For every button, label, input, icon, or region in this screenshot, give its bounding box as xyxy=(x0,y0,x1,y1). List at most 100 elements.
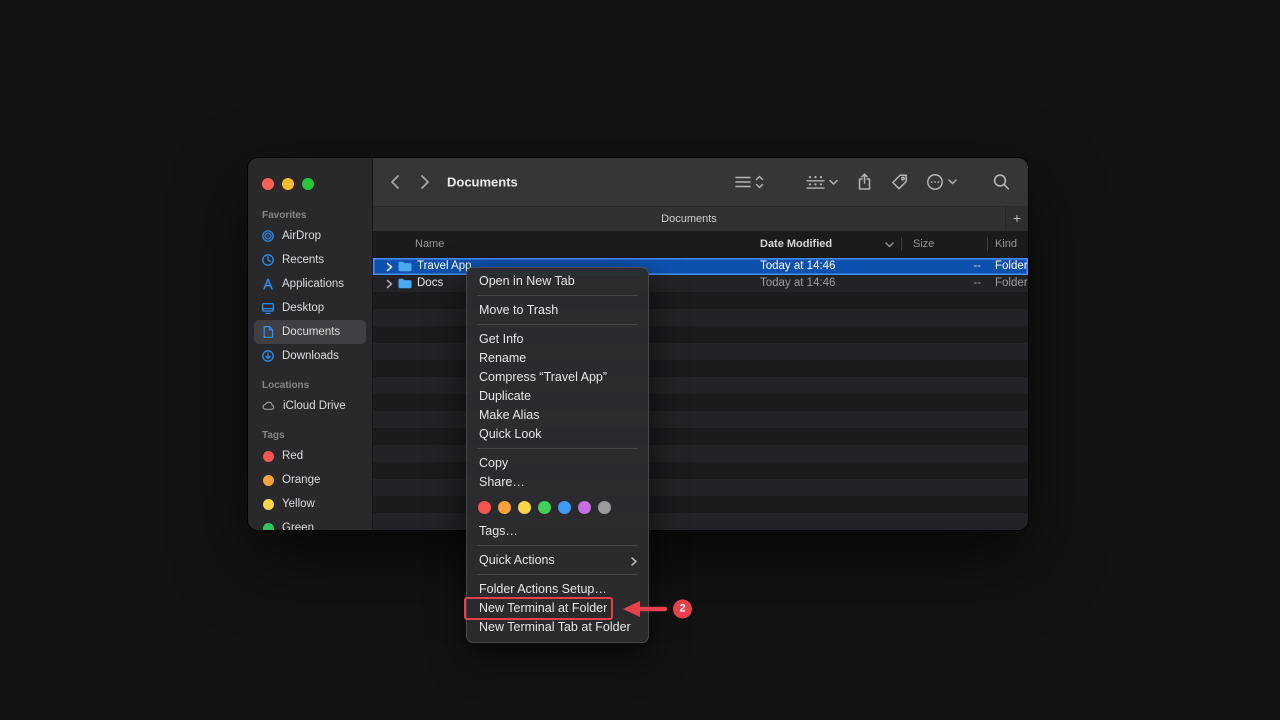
context-menu: Open in New Tab Move to Trash Get Info R… xyxy=(466,267,649,643)
tag-color-purple[interactable] xyxy=(578,501,591,514)
sidebar-item-tag-orange[interactable]: Orange xyxy=(254,468,366,492)
tag-icon xyxy=(891,174,908,191)
tag-button[interactable] xyxy=(891,174,908,191)
new-tab-button[interactable]: + xyxy=(1006,207,1028,231)
menu-separator xyxy=(477,545,638,546)
menu-item-make-alias[interactable]: Make Alias xyxy=(467,406,648,425)
tag-color-orange[interactable] xyxy=(498,501,511,514)
up-down-chevrons-icon xyxy=(755,175,764,189)
sidebar-item-icloud-drive[interactable]: iCloud Drive xyxy=(254,394,366,418)
search-button[interactable] xyxy=(993,174,1010,191)
clock-icon xyxy=(261,253,275,267)
folder-icon xyxy=(398,261,412,272)
file-size: -- xyxy=(951,258,981,275)
menu-item-quick-actions[interactable]: Quick Actions xyxy=(467,551,648,570)
minimize-window-button[interactable] xyxy=(282,178,294,190)
column-divider[interactable] xyxy=(901,237,902,251)
column-header-size[interactable]: Size xyxy=(913,231,934,257)
menu-item-compress[interactable]: Compress “Travel App” xyxy=(467,368,648,387)
file-date: Today at 14:46 xyxy=(760,275,835,292)
forward-button[interactable] xyxy=(420,174,430,190)
group-button[interactable] xyxy=(806,175,838,190)
chevron-left-icon xyxy=(390,174,400,190)
menu-item-rename[interactable]: Rename xyxy=(467,349,648,368)
menu-item-move-to-trash[interactable]: Move to Trash xyxy=(467,301,648,320)
folder-icon xyxy=(398,278,412,289)
airdrop-icon xyxy=(261,229,275,243)
sidebar-item-applications[interactable]: Applications xyxy=(254,272,366,296)
share-button[interactable] xyxy=(857,173,872,191)
sidebar-item-recents[interactable]: Recents xyxy=(254,248,366,272)
menu-item-new-terminal-tab-at-folder[interactable]: New Terminal Tab at Folder xyxy=(467,618,648,637)
menu-item-new-terminal-at-folder[interactable]: New Terminal at Folder 2 xyxy=(467,599,648,618)
desktop-icon xyxy=(261,301,275,315)
menu-item-open-in-new-tab[interactable]: Open in New Tab xyxy=(467,272,648,291)
more-actions-button[interactable] xyxy=(926,173,957,191)
menu-item-share[interactable]: Share… xyxy=(467,473,648,492)
menu-separator xyxy=(477,448,638,449)
sidebar-item-desktop[interactable]: Desktop xyxy=(254,296,366,320)
close-window-button[interactable] xyxy=(262,178,274,190)
list-view-icon xyxy=(735,176,751,188)
menu-item-tags[interactable]: Tags… xyxy=(467,522,648,541)
column-headers: Name Date Modified Size Kind xyxy=(373,231,1028,258)
tag-color-yellow[interactable] xyxy=(518,501,531,514)
orange-tag-icon xyxy=(263,475,274,486)
sidebar-section-tags: Tags xyxy=(248,428,372,444)
sidebar-section-favorites: Favorites xyxy=(248,208,372,224)
column-header-name[interactable]: Name xyxy=(415,231,444,257)
page-title: Documents xyxy=(447,175,518,190)
back-button[interactable] xyxy=(390,174,400,190)
column-header-kind[interactable]: Kind xyxy=(995,231,1017,257)
red-tag-icon xyxy=(263,451,274,462)
zoom-window-button[interactable] xyxy=(302,178,314,190)
menu-item-get-info[interactable]: Get Info xyxy=(467,330,648,349)
tab-documents[interactable]: Documents xyxy=(373,207,1005,231)
view-options-button[interactable] xyxy=(735,175,764,189)
sidebar-item-documents[interactable]: Documents xyxy=(254,320,366,344)
tag-color-gray[interactable] xyxy=(598,501,611,514)
submenu-chevron-icon xyxy=(631,557,637,566)
chevron-right-icon xyxy=(420,174,430,190)
cloud-icon xyxy=(261,399,276,413)
sidebar-item-tag-green[interactable]: Green xyxy=(254,516,366,530)
document-icon xyxy=(261,325,275,339)
menu-item-quick-look[interactable]: Quick Look xyxy=(467,425,648,444)
menu-separator xyxy=(477,295,638,296)
toolbar: Documents xyxy=(373,158,1028,206)
menu-item-copy[interactable]: Copy xyxy=(467,454,648,473)
file-name: Travel App xyxy=(417,258,472,275)
sidebar-section-locations: Locations xyxy=(248,378,372,394)
column-header-date-modified[interactable]: Date Modified xyxy=(760,231,832,257)
yellow-tag-icon xyxy=(263,499,274,510)
tag-color-red[interactable] xyxy=(478,501,491,514)
sidebar-item-tag-yellow[interactable]: Yellow xyxy=(254,492,366,516)
menu-separator xyxy=(477,574,638,575)
chevron-down-icon xyxy=(948,179,957,185)
file-kind: Folder xyxy=(995,258,1028,275)
sidebar-item-tag-red[interactable]: Red xyxy=(254,444,366,468)
column-divider[interactable] xyxy=(987,237,988,251)
file-kind: Folder xyxy=(995,275,1028,292)
menu-item-duplicate[interactable]: Duplicate xyxy=(467,387,648,406)
window-controls xyxy=(262,178,314,190)
share-icon xyxy=(857,173,872,191)
search-icon xyxy=(993,174,1010,191)
sidebar-item-airdrop[interactable]: AirDrop xyxy=(254,224,366,248)
ellipsis-circle-icon xyxy=(926,173,944,191)
menu-item-folder-actions-setup[interactable]: Folder Actions Setup… xyxy=(467,580,648,599)
menu-tag-color-row xyxy=(467,492,648,522)
sidebar: Favorites AirDrop Recents Applications xyxy=(248,158,373,530)
sidebar-item-downloads[interactable]: Downloads xyxy=(254,344,366,368)
sort-chevron-icon xyxy=(885,242,894,248)
file-name: Docs xyxy=(417,275,443,292)
green-tag-icon xyxy=(263,523,274,531)
disclosure-chevron-icon[interactable] xyxy=(386,279,393,289)
annotation-arrow-icon xyxy=(619,599,671,619)
applications-icon xyxy=(261,277,275,291)
annotation-step-badge: 2 xyxy=(673,599,692,618)
tag-color-green[interactable] xyxy=(538,501,551,514)
group-icon xyxy=(806,175,825,190)
tag-color-blue[interactable] xyxy=(558,501,571,514)
disclosure-chevron-icon[interactable] xyxy=(386,262,393,272)
